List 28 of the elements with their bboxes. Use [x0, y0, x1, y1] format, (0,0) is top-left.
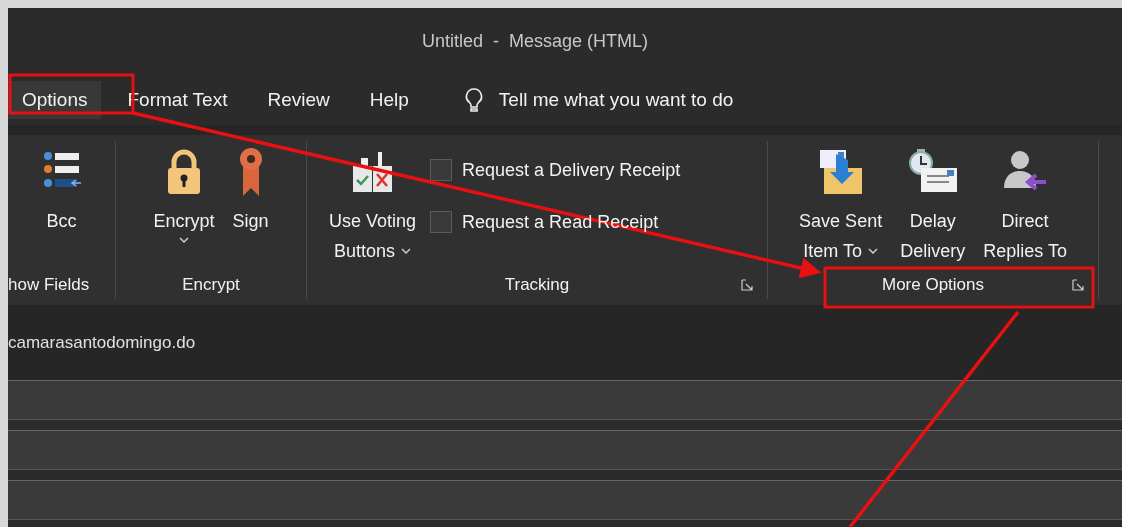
dialog-launcher-icon[interactable]	[741, 279, 753, 291]
envelope-arrow-icon	[817, 147, 864, 197]
ribbon-tab[interactable]: Help	[355, 81, 423, 119]
padlock-icon	[167, 147, 201, 197]
dialog-launcher-icon[interactable]	[1072, 279, 1084, 291]
ribbon-badge-icon	[238, 147, 263, 197]
receipt-checkbox[interactable]: Request a Read Receipt	[430, 211, 681, 233]
recipient-address: camarasantodomingo.do	[8, 332, 196, 353]
sign-button[interactable]: Sign	[228, 145, 273, 270]
receipt-checkbox[interactable]: Request a Delivery Receipt	[430, 159, 681, 181]
lightbulb-icon	[464, 88, 483, 112]
input-field[interactable]	[8, 380, 1122, 420]
encrypt-button[interactable]: Encrypt	[149, 145, 219, 270]
window-title: Untitled - Message (HTML)	[421, 31, 649, 52]
bcc-button[interactable]: Bcc	[37, 145, 86, 270]
ribbon-tab[interactable]: Review	[253, 81, 344, 119]
input-field[interactable]	[8, 480, 1122, 520]
delay-delivery-button[interactable]: Delay Delivery	[896, 145, 970, 270]
group-label: Tracking	[504, 274, 570, 296]
save-sent-item-button[interactable]: Save Sent Item To	[795, 145, 887, 270]
voting-buttons-button[interactable]: Use Voting Buttons	[325, 145, 421, 270]
input-field[interactable]	[8, 430, 1122, 470]
group-label: Encrypt	[182, 274, 240, 296]
tell-me-field[interactable]: Tell me what you want to do	[464, 88, 821, 112]
direct-replies-button[interactable]: Direct Replies To	[979, 145, 1071, 270]
group-label: More Options	[881, 274, 984, 296]
group-label: how Fields	[8, 274, 90, 296]
ribbon-tab[interactable]: Options	[8, 81, 102, 119]
